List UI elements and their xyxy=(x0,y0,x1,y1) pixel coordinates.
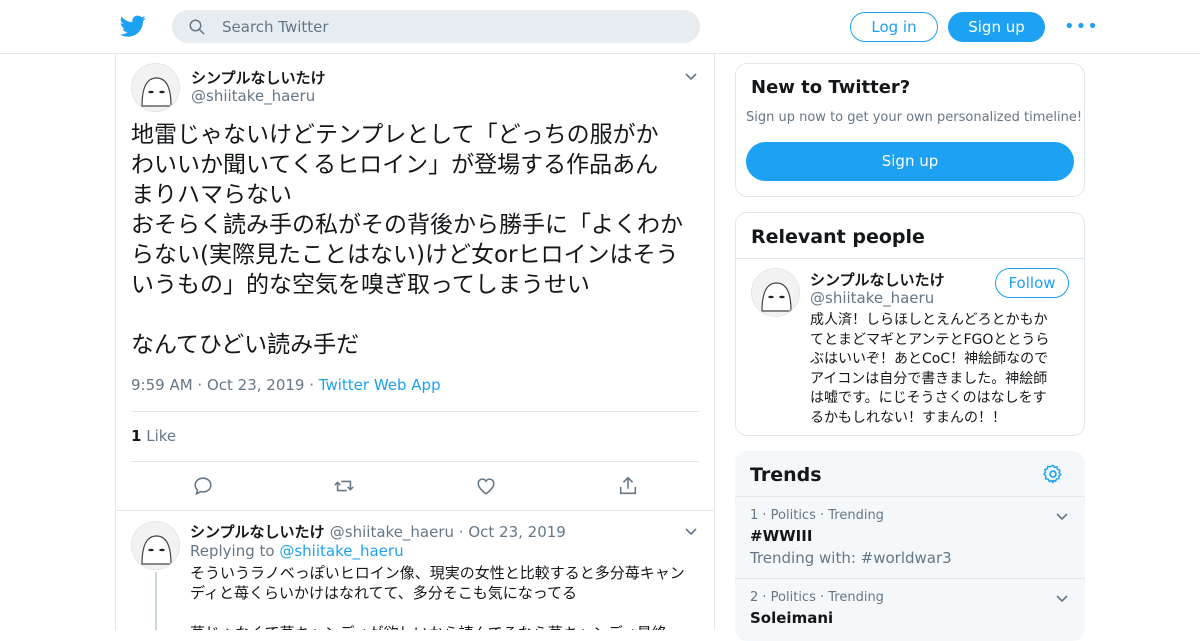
reply-icon[interactable] xyxy=(192,475,214,497)
divider xyxy=(131,461,699,462)
reply-author-name[interactable]: シンプルなしいたけ xyxy=(190,523,325,541)
divider xyxy=(116,510,714,511)
tweet-date[interactable]: Oct 23, 2019 xyxy=(207,376,305,394)
new-to-twitter-subtitle: Sign up now to get your own personalized… xyxy=(746,110,1083,125)
sidebar-signup-button[interactable]: Sign up xyxy=(746,142,1074,181)
chevron-down-icon[interactable] xyxy=(1055,591,1069,605)
avatar-ghost-icon xyxy=(141,535,172,565)
person-bio: 成人済！しらほしとえんどろとかもか てとまどマギとアンテとFGOととうら ぶはい… xyxy=(810,312,1050,426)
divider xyxy=(736,258,1084,259)
trend-item[interactable]: 1 · Politics · Trending #WWIII Trending … xyxy=(735,496,1085,578)
avatar-ghost-icon xyxy=(761,282,792,312)
search-input[interactable]: Search Twitter xyxy=(222,18,329,36)
like-count-label: Like xyxy=(146,427,177,445)
signup-button[interactable]: Sign up xyxy=(948,12,1045,42)
avatar[interactable] xyxy=(131,521,180,570)
replying-to-handle[interactable]: @shiitake_haeru xyxy=(279,542,403,560)
search-icon xyxy=(189,19,205,35)
tweet-text: 地雷じゃないけどテンプレとして「どっちの服がか わいいか聞いてくるヒロイン」が登… xyxy=(131,122,683,358)
like-count-number: 1 xyxy=(131,427,142,445)
reply-author-handle[interactable]: @shiitake_haeru xyxy=(330,523,454,541)
person-name[interactable]: シンプルなしいたけ xyxy=(810,269,945,290)
trend-meta: 1 · Politics · Trending xyxy=(750,508,884,523)
relevant-people-card: Relevant people シンプルなしいたけ @shiitake_haer… xyxy=(735,212,1085,436)
trend-name[interactable]: Soleimani xyxy=(750,609,833,627)
new-to-twitter-card: New to Twitter? Sign up now to get your … xyxy=(735,63,1085,197)
trend-item[interactable]: 2 · Politics · Trending Soleimani xyxy=(735,578,1085,641)
chevron-down-icon[interactable] xyxy=(684,69,698,83)
tweet-source-link[interactable]: Twitter Web App xyxy=(319,376,441,394)
divider xyxy=(131,411,699,412)
trend-context: Trending with: #worldwar3 xyxy=(750,549,952,567)
thread-line xyxy=(155,572,157,630)
like-count[interactable]: 1 Like xyxy=(131,427,176,445)
relevant-people-title: Relevant people xyxy=(751,226,925,248)
trends-card: Trends 1 · Politics · Trending #WWIII Tr… xyxy=(735,451,1085,641)
reply-author-header: シンプルなしいたけ @shiitake_haeru · Oct 23, 2019 xyxy=(190,523,566,541)
follow-button[interactable]: Follow xyxy=(995,268,1069,298)
trends-title: Trends xyxy=(750,464,822,486)
replying-to: Replying to @shiitake_haeru xyxy=(190,542,404,560)
author-name[interactable]: シンプルなしいたけ xyxy=(191,67,326,88)
reply-text: そういうラノベっぽいヒロイン像、現実の女性と比較すると多分苺キャン ディと苺くら… xyxy=(190,564,685,630)
person-handle[interactable]: @shiitake_haeru xyxy=(810,289,934,307)
reply-date[interactable]: Oct 23, 2019 xyxy=(468,523,566,541)
trend-meta: 2 · Politics · Trending xyxy=(750,590,884,605)
avatar[interactable] xyxy=(131,63,180,112)
chevron-down-icon[interactable] xyxy=(1055,509,1069,523)
replying-to-label: Replying to xyxy=(190,542,275,560)
top-bar: Search Twitter Log in Sign up ••• xyxy=(0,0,1200,54)
search-bar[interactable]: Search Twitter xyxy=(172,10,700,43)
trend-name[interactable]: #WWIII xyxy=(750,527,812,545)
avatar-ghost-icon xyxy=(141,77,172,107)
like-icon[interactable] xyxy=(475,475,497,497)
login-button[interactable]: Log in xyxy=(850,12,938,42)
twitter-bird-logo-icon[interactable] xyxy=(120,13,146,39)
chevron-down-icon[interactable] xyxy=(684,524,698,538)
more-options-icon[interactable]: ••• xyxy=(1064,16,1099,37)
tweet-timestamp: 9:59 AM · Oct 23, 2019 · Twitter Web App xyxy=(131,376,441,394)
author-handle[interactable]: @shiitake_haeru xyxy=(191,87,315,105)
main-timeline: シンプルなしいたけ @shiitake_haeru 地雷じゃないけどテンプレとし… xyxy=(115,54,715,630)
tweet-time[interactable]: 9:59 AM xyxy=(131,376,193,394)
new-to-twitter-title: New to Twitter? xyxy=(751,77,911,98)
share-icon[interactable] xyxy=(617,475,639,497)
settings-gear-icon[interactable] xyxy=(1042,463,1064,485)
retweet-icon[interactable] xyxy=(333,475,355,497)
avatar[interactable] xyxy=(751,268,800,317)
